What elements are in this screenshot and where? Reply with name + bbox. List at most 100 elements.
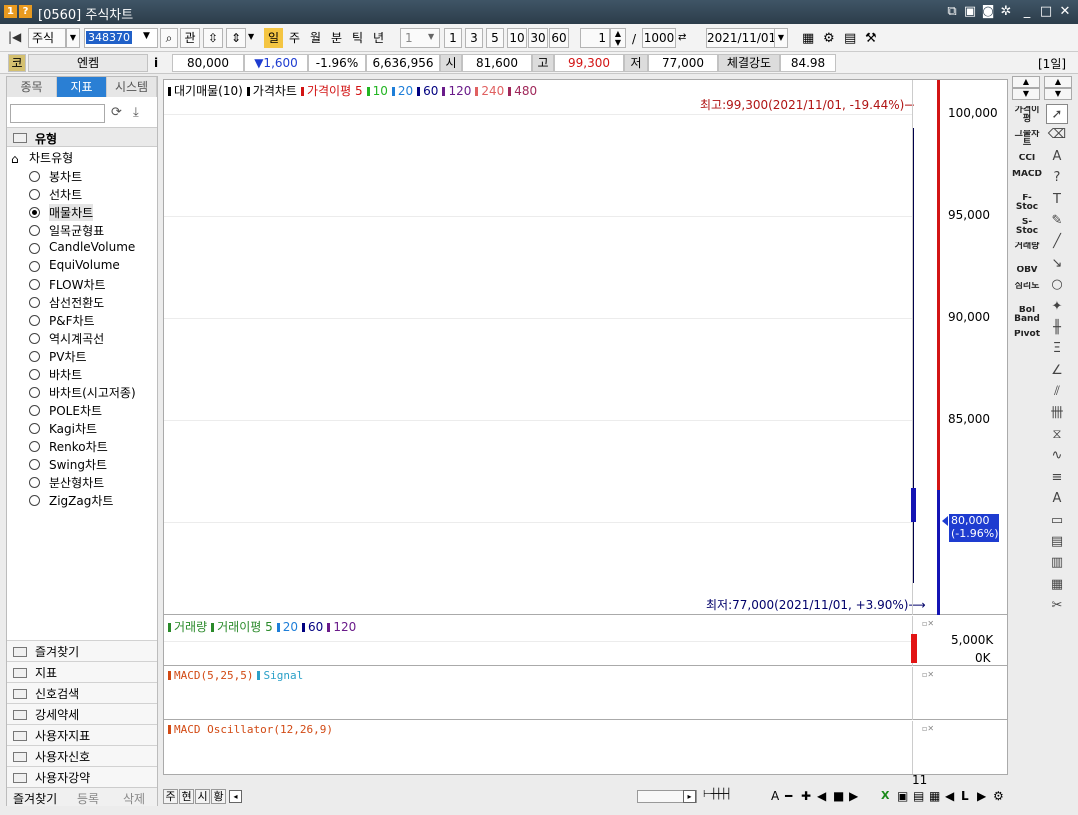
period-4[interactable]: 틱 [348, 28, 367, 48]
quick-interval-5[interactable]: 5 [486, 28, 504, 48]
angle-icon[interactable]: ∠ [1046, 361, 1068, 381]
chevron-down-icon[interactable]: ▼ [428, 32, 434, 41]
chart-type-item[interactable]: Swing차트 [29, 456, 159, 474]
play-icon[interactable]: ▶ [849, 789, 858, 803]
legend-item[interactable]: 120 [327, 620, 356, 634]
chart-type-item[interactable]: ZigZag차트 [29, 492, 159, 510]
radio-9[interactable] [29, 333, 40, 344]
oscillator-pane[interactable]: MACD Oscillator(12,26,9) ▫✕ 11 [164, 721, 1007, 787]
legend-item[interactable]: 20 [276, 620, 298, 634]
quick-interval-30[interactable]: 30 [528, 28, 548, 48]
chevron-down-icon[interactable]: ▼ [66, 28, 80, 48]
print-icon[interactable]: ▤ [913, 789, 924, 803]
bottom-tab-0[interactable]: 주 [163, 789, 178, 804]
wrench-icon[interactable]: ✂ [1046, 596, 1068, 616]
gear-icon[interactable]: ⚙ [823, 31, 835, 46]
radio-7[interactable] [29, 297, 40, 308]
radio-18[interactable] [29, 495, 40, 506]
gear-icon[interactable]: ✲ [997, 3, 1015, 21]
auto-icon[interactable]: A [1046, 489, 1068, 509]
radio-13[interactable] [29, 405, 40, 416]
parallel-icon[interactable]: ⫽ [1046, 382, 1068, 402]
doc-icon[interactable]: ▤ [1046, 532, 1068, 552]
radio-17[interactable] [29, 477, 40, 488]
zoom-ruler[interactable]: ⊢┼┼┼┤ [703, 789, 732, 800]
pane-controls[interactable]: ▫✕ [922, 670, 934, 679]
spinner-icon[interactable]: ▲ ▼ [610, 28, 626, 48]
folder-item[interactable]: 지표 [7, 661, 157, 682]
mark-icon[interactable]: L [961, 789, 969, 803]
settings2-icon[interactable]: ▦ [1046, 575, 1068, 595]
chart-type-item[interactable]: EquiVolume [29, 258, 159, 276]
legend-item[interactable]: 가격이평 5 [300, 84, 363, 98]
chart-type-item[interactable]: 일목균형표 [29, 222, 159, 240]
folder-item[interactable]: 즐겨찾기 [7, 640, 157, 661]
zoom-in-icon[interactable]: ✚ [801, 789, 811, 803]
gann-icon[interactable]: 卌 [1046, 404, 1068, 424]
bottom-tab-1[interactable]: 현 [179, 789, 194, 804]
question-icon[interactable]: ? [1046, 168, 1068, 188]
indicator-button[interactable]: Pivot [1012, 330, 1042, 344]
restore-icon[interactable]: ⧉ [943, 3, 961, 21]
register-button[interactable]: 등록 [77, 790, 99, 807]
radio-12[interactable] [29, 387, 40, 398]
radio-8[interactable] [29, 315, 40, 326]
next-icon[interactable]: ▶ [977, 789, 986, 803]
zoom-out-icon[interactable]: ━ [785, 789, 792, 803]
period-1[interactable]: 주 [285, 28, 304, 48]
chart-type-item[interactable]: POLE차트 [29, 402, 159, 420]
total-count[interactable]: 1000 [642, 28, 676, 48]
speed-icon[interactable]: ⧖ [1046, 425, 1068, 445]
chart-type-item[interactable]: Renko차트 [29, 438, 159, 456]
circle-icon[interactable]: ○ [1046, 275, 1068, 295]
chart-type-item[interactable]: P&F차트 [29, 312, 159, 330]
subgroup-title[interactable]: 차트유형 [29, 149, 73, 166]
help-badge[interactable]: ? [19, 5, 32, 18]
tab-indicator[interactable]: 지표 [57, 77, 107, 97]
chevron-down-icon[interactable]: ▼ [143, 31, 150, 41]
chart-type-item[interactable]: CandleVolume [29, 240, 159, 258]
pane-controls[interactable]: ▫✕ [922, 724, 934, 733]
download-icon[interactable]: ⤓ [133, 105, 139, 120]
folder-item[interactable]: 사용자강약 [7, 766, 157, 787]
save-icon[interactable]: ▣ [897, 789, 908, 803]
chart-type-item[interactable]: Kagi차트 [29, 420, 159, 438]
chart-tool-icon[interactable]: ▦ [802, 31, 814, 46]
ray-icon[interactable]: ↘ [1046, 254, 1068, 274]
radio-4[interactable] [29, 243, 40, 254]
period-2[interactable]: 월 [306, 28, 325, 48]
chart-area[interactable]: 대기매물(10) 가격차트 가격이평 5 10 20 60 120 240 480 ▫✕ 최고:… [163, 79, 1008, 787]
play-back-icon[interactable]: ◀ [817, 789, 826, 803]
sort-icon[interactable]: ⇳ [203, 28, 223, 48]
trend-icon[interactable]: Ξ [1046, 339, 1068, 359]
info-icon[interactable]: i [154, 56, 158, 70]
eraser-icon[interactable]: ⌫ [1046, 125, 1068, 145]
chart-type-item[interactable]: 선차트 [29, 186, 159, 204]
date-input[interactable]: 2021/11/01 [706, 28, 776, 48]
camera-icon[interactable]: ◙ [979, 3, 997, 21]
chevron-down-icon[interactable]: ▼ [1044, 88, 1072, 100]
link-icon[interactable]: ⇄ [678, 32, 686, 43]
chevron-down-icon[interactable]: ▼ [774, 28, 788, 48]
volume-pane[interactable]: 거래량 거래이평 5 20 60 120 ▫✕ 5,000K 0K [164, 616, 1007, 666]
minimize-button[interactable]: _ [1018, 3, 1036, 21]
scroll-right-icon[interactable]: ▸ [683, 790, 696, 803]
chart-icon[interactable]: ▥ [1046, 553, 1068, 573]
period-0[interactable]: 일 [264, 28, 283, 48]
legend-item[interactable]: Signal [257, 669, 303, 682]
image-icon[interactable]: ▦ [929, 789, 940, 803]
radio-2[interactable] [29, 207, 40, 218]
search-icon[interactable]: ⌕ [160, 28, 178, 48]
legend-item[interactable]: 60 [417, 84, 438, 98]
indicator-button[interactable]: MACD [1012, 170, 1042, 192]
chart-type-item[interactable]: 바차트 [29, 366, 159, 384]
folder-item[interactable]: 신호검색 [7, 682, 157, 703]
pointer-icon[interactable]: ✦ [1046, 297, 1068, 317]
chart-type-item[interactable]: 봉차트 [29, 168, 159, 186]
legend-item[interactable]: 480 [508, 84, 537, 98]
scroll-left-icon[interactable]: ◂ [229, 790, 242, 803]
tab-stock[interactable]: 종목 [7, 77, 57, 97]
legend-item[interactable]: 가격차트 [246, 84, 297, 98]
text-size-icon[interactable]: A [771, 789, 779, 803]
tools-icon[interactable]: ⚒ [865, 31, 877, 46]
